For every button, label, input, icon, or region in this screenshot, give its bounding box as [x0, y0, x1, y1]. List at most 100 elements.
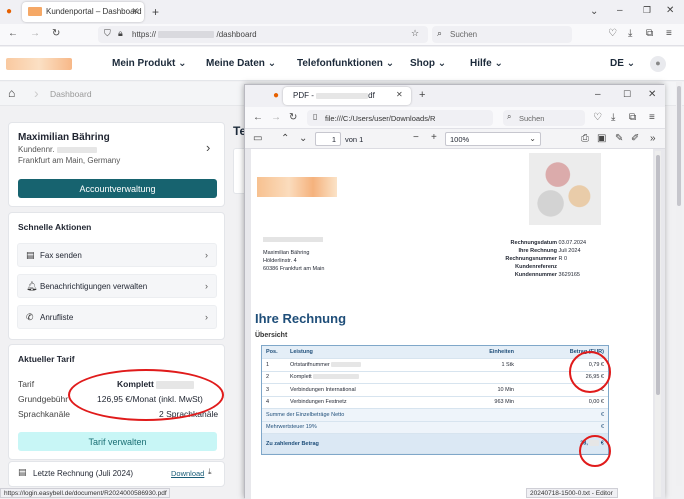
nav-shop[interactable]: Shop ⌄ [410, 58, 446, 69]
nav-mein-produkt[interactable]: Mein Produkt ⌄ [112, 58, 187, 69]
pdf-url-bar[interactable]: ▯ file:///C:/Users/user/Downloads/R [307, 110, 493, 126]
url-bar[interactable]: ⛉ 🔒︎ https:// /dashboard ☆ [98, 26, 428, 43]
table-row: 1 Ortstarifnummer 1 Stk 0,79 € [262, 358, 608, 372]
downloads-icon[interactable]: ⤓ [628, 29, 632, 39]
new-tab-icon[interactable]: + [152, 6, 159, 18]
action-label: Anrufliste [40, 313, 74, 322]
chevron-right-icon: › [205, 250, 208, 260]
minimize-icon[interactable]: – [617, 6, 623, 16]
units-cell: 963 Min [438, 396, 518, 409]
status-bar-url: https://login.easybell.de/document/R2024… [0, 488, 170, 498]
browser-search-input[interactable]: ⌕ Suchen [432, 26, 572, 43]
annotate-icon[interactable]: ✐ [631, 134, 639, 144]
tab-list-icon[interactable]: ⌄ [590, 7, 598, 17]
account-management-button[interactable]: Accountverwaltung [18, 179, 217, 198]
previous-page-icon[interactable]: ⌃ [281, 134, 289, 144]
language-switch[interactable]: DE ⌄ [610, 58, 635, 69]
table-row: 4 Verbindungen Festnetz 963 Min 0,00 € [262, 396, 608, 409]
extensions-icon[interactable]: ⧉ [646, 29, 653, 39]
zoom-select[interactable]: 100% ⌄ [445, 132, 541, 146]
chevron-down-icon: ⌄ [178, 58, 187, 69]
invoice-logo [257, 177, 337, 197]
chevron-down-icon: ⌄ [626, 58, 636, 69]
call-list-action[interactable]: ✆ Anrufliste › [17, 305, 217, 329]
pocket-icon[interactable]: ♡ [608, 29, 617, 39]
shield-icon[interactable]: ⛉ [104, 29, 111, 38]
phone-icon: ✆ [26, 312, 34, 322]
bookmark-star-icon[interactable]: ☆ [411, 29, 419, 38]
back-icon[interactable]: ← [8, 29, 18, 39]
notifications-action[interactable]: 🔔︎ Benachrichtigungen verwalten › [17, 274, 217, 298]
taskbar-editor-label[interactable]: 20240718-1500-0.txt - Editor [526, 488, 618, 498]
nav-meine-daten[interactable]: Meine Daten ⌄ [206, 58, 276, 69]
close-tab-icon[interactable]: ✕ [131, 6, 139, 17]
pdf-scrollbar-thumb[interactable] [656, 155, 660, 395]
manage-tariff-button[interactable]: Tarif verwalten [18, 432, 217, 451]
breadcrumb-dashboard[interactable]: Dashboard [50, 89, 92, 99]
vat-label: Mehrwertsteuer 19% [262, 421, 518, 434]
download-icon[interactable]: ⤓ [208, 468, 212, 476]
close-window-icon[interactable]: ✕ [666, 6, 674, 16]
home-icon[interactable]: ⌂ [8, 87, 15, 99]
zoom-in-icon[interactable]: + [431, 133, 437, 143]
tariff-title: Aktueller Tarif [18, 354, 75, 364]
new-tab-icon[interactable]: + [419, 90, 425, 101]
close-window-icon[interactable]: ✕ [648, 90, 656, 100]
summary-row: Mehrwertsteuer 19% € [262, 421, 608, 434]
maximize-icon[interactable]: ☐ [623, 90, 631, 99]
last-invoice-card: ▤ Letzte Rechnung (Juli 2024) Download ⤓ [8, 461, 225, 487]
edit-icon[interactable]: ✎ [615, 134, 623, 144]
sidebar-toggle-icon[interactable]: ▭ [253, 134, 262, 144]
forward-icon[interactable]: → [271, 113, 281, 123]
invoice-meta: Rechnungsdatum 03.07.2024 Ihre Rechnung … [477, 239, 627, 279]
back-icon[interactable]: ← [253, 113, 263, 123]
lock-icon[interactable]: 🔒︎ [118, 29, 123, 38]
reload-icon[interactable]: ↻ [289, 113, 297, 123]
browser-tab[interactable]: Kundenportal – Dashboard ✕ [22, 2, 144, 22]
fax-send-action[interactable]: ▤ Fax senden › [17, 243, 217, 267]
pocket-icon[interactable]: ♡ [593, 113, 602, 123]
total-label: Zu zahlender Betrag [262, 433, 518, 454]
menu-icon[interactable]: ≡ [666, 29, 672, 39]
user-avatar-icon[interactable]: ● [650, 56, 666, 72]
address-line: 60386 Frankfurt am Main [263, 266, 325, 272]
desc-text: Komplett [290, 374, 312, 381]
pdf-document-area: Maximilian Bähring Hölderlinstr. 4 60386… [245, 149, 665, 499]
nav-hilfe[interactable]: Hilfe ⌄ [470, 58, 503, 69]
nav-telefonfunktionen[interactable]: Telefonfunktionen ⌄ [297, 58, 394, 69]
search-placeholder: Suchen [450, 30, 478, 39]
brand-logo[interactable] [6, 58, 72, 70]
extensions-icon[interactable]: ⧉ [629, 113, 636, 123]
vat-value: € [518, 421, 608, 434]
maximize-icon[interactable]: ❐ [643, 6, 651, 15]
reload-icon[interactable]: ↻ [52, 29, 60, 39]
chevron-right-icon[interactable]: › [206, 141, 210, 154]
pdf-search-input[interactable]: ⌕ Suchen [503, 110, 585, 126]
invoice-table: Pos. Leistung Einheiten Betrag (EUR) 1 O… [261, 345, 609, 455]
bell-icon: 🔔︎ [26, 281, 38, 291]
col-header: Einheiten [438, 346, 518, 359]
menu-icon[interactable]: ≡ [649, 113, 655, 123]
firefox-icon[interactable]: ● [6, 7, 12, 17]
chevron-down-icon: ⌄ [385, 58, 395, 69]
minimize-icon[interactable]: – [595, 90, 601, 100]
scrollbar-thumb[interactable] [677, 86, 681, 206]
invoice-download-link[interactable]: Download [171, 469, 204, 478]
desc-cell: Verbindungen International [286, 383, 438, 397]
chevron-down-icon: ⌄ [437, 58, 447, 69]
forward-icon[interactable]: → [30, 29, 40, 39]
pdf-tab-redacted [316, 92, 369, 99]
pos-cell: 2 [262, 371, 286, 384]
page-scrollbar[interactable] [676, 82, 682, 486]
more-tools-icon[interactable]: » [650, 134, 656, 144]
next-page-icon[interactable]: ⌄ [299, 134, 307, 144]
print-icon[interactable]: ⎙ [581, 134, 589, 144]
zoom-out-icon[interactable]: − [413, 133, 419, 143]
close-tab-icon[interactable]: ✕ [396, 91, 403, 99]
firefox-icon[interactable]: ● [273, 91, 279, 101]
pdf-tab[interactable]: PDF - df ✕ [283, 87, 411, 105]
downloads-icon[interactable]: ⤓ [611, 113, 615, 123]
pdf-scrollbar[interactable] [655, 151, 661, 497]
save-icon[interactable]: ▣ [597, 134, 606, 144]
page-number-input[interactable]: 1 [315, 132, 341, 146]
